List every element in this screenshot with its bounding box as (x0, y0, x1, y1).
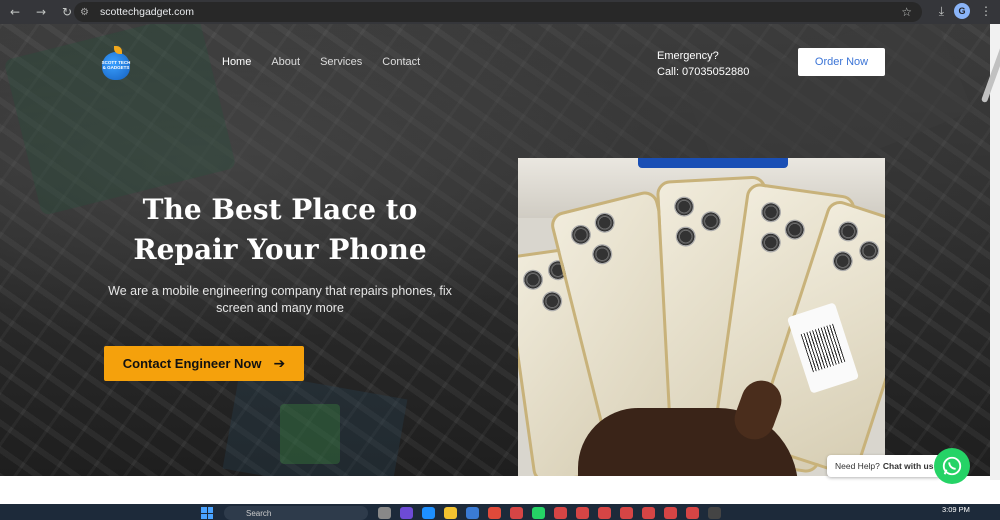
camera-lens (835, 218, 861, 244)
site-info-icon[interactable]: ⚙ (80, 7, 94, 18)
chrome-icon[interactable] (554, 507, 567, 519)
logo-leaf-icon (114, 46, 122, 54)
camera-lens (759, 200, 783, 224)
emergency-contact: Emergency? Call: 07035052880 (657, 48, 749, 80)
camera-lens (759, 231, 783, 254)
nav-contact[interactable]: Contact (382, 56, 420, 68)
hero-title-line: The Best Place to (142, 193, 418, 226)
nav-home[interactable]: Home (222, 56, 251, 68)
task-view-icon[interactable] (378, 507, 391, 519)
chrome-icon[interactable] (576, 507, 589, 519)
whatsapp-app-icon[interactable] (532, 507, 545, 519)
next-section (0, 476, 990, 504)
whatsapp-help-bubble[interactable]: Need Help? Chat with us (827, 455, 942, 477)
chrome-icon[interactable] (686, 507, 699, 519)
browser-actions: ⤓ G ⋮ (939, 3, 992, 19)
windows-taskbar: Search 3:09 PM (0, 504, 1000, 520)
nav-services[interactable]: Services (320, 56, 362, 68)
emergency-phone[interactable]: Call: 07035052880 (657, 64, 749, 80)
app-icon[interactable] (488, 507, 501, 519)
bookmark-star-icon[interactable]: ☆ (901, 5, 912, 19)
site-logo[interactable]: SCOTT TECH & GADGETS (100, 46, 132, 82)
file-explorer-icon[interactable] (444, 507, 457, 519)
url-text: scottechgadget.com (100, 6, 194, 18)
hero-subtitle-line: screen and many more (216, 301, 344, 315)
hero-subtitle: We are a mobile engineering company that… (100, 283, 460, 317)
bg-circuit-board (280, 404, 340, 464)
camera-lens (830, 248, 856, 274)
camera-lens (521, 268, 545, 292)
contact-engineer-button[interactable]: Contact Engineer Now ➔ (104, 346, 304, 381)
camera-lens (673, 196, 695, 218)
chrome-icon[interactable] (642, 507, 655, 519)
browser-nav: ← → ↻ (0, 3, 76, 21)
hero-title: The Best Place to Repair Your Phone (100, 190, 460, 270)
chrome-icon[interactable] (598, 507, 611, 519)
camera-lens (568, 222, 594, 247)
camera-lens (856, 238, 882, 264)
camera-lens (783, 218, 807, 241)
emergency-label: Emergency? (657, 50, 719, 62)
whatsapp-chat-label: Chat with us (882, 461, 934, 471)
camera-lens (592, 210, 617, 235)
forward-icon[interactable]: → (32, 3, 50, 21)
app-icon[interactable] (400, 507, 413, 519)
nav-about[interactable]: About (271, 56, 300, 68)
whatsapp-icon (942, 456, 962, 476)
whatsapp-button[interactable] (934, 448, 970, 484)
taskbar-apps (378, 507, 721, 519)
windows-start-icon[interactable] (201, 507, 213, 519)
image-blue-tag (638, 158, 788, 168)
browser-toolbar: ← → ↻ ⚙ scottechgadget.com ☆ ⤓ G ⋮ (0, 0, 1000, 24)
arrow-right-icon: ➔ (273, 355, 286, 372)
order-now-button[interactable]: Order Now (798, 48, 885, 76)
taskbar-clock[interactable]: 3:09 PM (942, 505, 970, 514)
hero-title-line: Repair Your Phone (133, 233, 427, 266)
camera-lens (675, 226, 697, 248)
camera-lens (700, 210, 722, 232)
page-scrollbar[interactable] (980, 24, 1000, 480)
edge-icon[interactable] (422, 507, 435, 519)
barcode-bars (800, 323, 846, 373)
camera-lens (590, 242, 615, 267)
whatsapp-prefix: Need Help? (835, 461, 880, 471)
taskbar-search[interactable]: Search (224, 506, 368, 520)
app-icon[interactable] (708, 507, 721, 519)
browser-menu-icon[interactable]: ⋮ (980, 4, 992, 18)
download-icon[interactable]: ⤓ (939, 4, 944, 19)
chrome-icon[interactable] (664, 507, 677, 519)
back-icon[interactable]: ← (6, 3, 24, 21)
address-bar[interactable]: ⚙ scottechgadget.com ☆ (74, 2, 922, 22)
app-icon[interactable] (466, 507, 479, 519)
chrome-icon[interactable] (510, 507, 523, 519)
profile-avatar[interactable]: G (954, 3, 970, 19)
hero-phones-image (518, 158, 885, 476)
logo-text: SCOTT TECH & GADGETS (101, 60, 131, 70)
chrome-icon[interactable] (620, 507, 633, 519)
main-nav: Home About Services Contact (222, 56, 420, 68)
cta-label: Contact Engineer Now (122, 356, 262, 371)
camera-lens (540, 289, 564, 313)
hero-subtitle-line: We are a mobile engineering company that… (108, 284, 452, 298)
